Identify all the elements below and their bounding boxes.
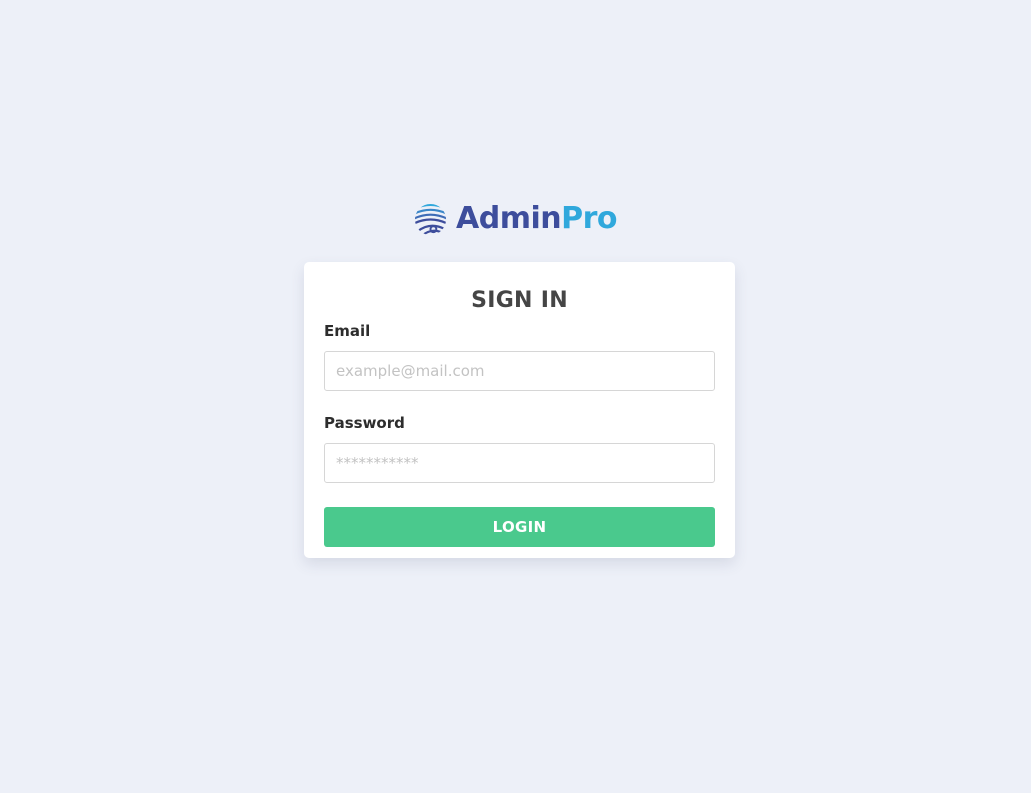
globe-swirl-icon [414,203,447,235]
brand-name: AdminPro [456,200,617,238]
sign-in-title: SIGN IN [471,288,568,313]
login-page: AdminPro SIGN IN Email Password LOGIN [0,0,1031,793]
brand-name-pro: Pro [561,201,617,236]
email-label: Email [324,322,371,340]
email-field[interactable] [324,351,715,391]
login-button[interactable]: LOGIN [324,507,715,547]
password-field[interactable] [324,443,715,483]
password-label: Password [324,414,405,432]
sign-in-card: SIGN IN Email Password LOGIN [304,262,735,558]
brand-logo: AdminPro [0,200,1031,238]
brand-name-admin: Admin [456,201,562,236]
